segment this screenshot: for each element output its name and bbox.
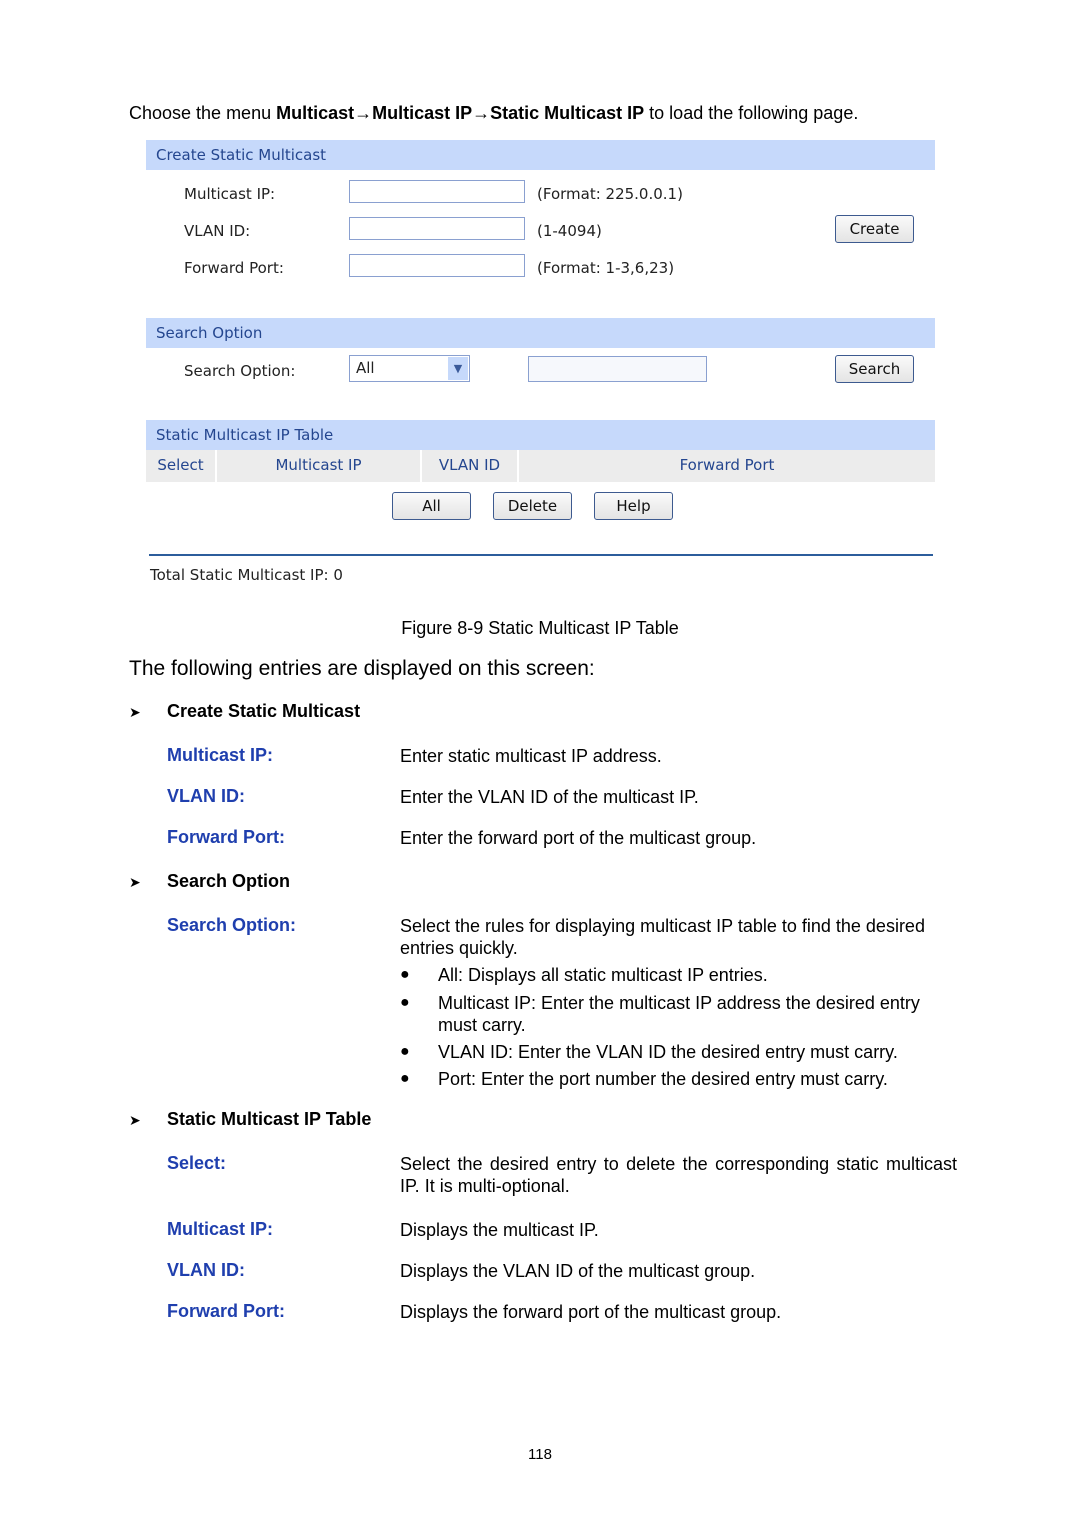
table-header: Select Multicast IP VLAN ID Forward Port <box>146 450 935 482</box>
description: Select the desired entry to delete the c… <box>400 1154 957 1196</box>
search-value-input[interactable] <box>528 356 707 382</box>
section-heading: ➤ Create Static Multicast <box>129 701 360 722</box>
column-select: Select <box>146 450 217 482</box>
search-section-header: Search Option <box>146 318 935 348</box>
description: Select the rules for displaying multicas… <box>400 916 925 958</box>
term: Select: <box>167 1153 227 1173</box>
forward-port-hint: (Format: 1-3,6,23) <box>537 259 675 277</box>
forward-port-label: Forward Port: <box>184 259 284 277</box>
forward-port-input[interactable] <box>349 254 525 277</box>
bullet-item: ● Multicast IP: Enter the multicast IP ad… <box>400 992 957 1036</box>
description: Enter the VLAN ID of the multicast IP. <box>400 787 699 807</box>
section-heading: ➤ Static Multicast IP Table <box>129 1109 371 1130</box>
divider <box>149 554 933 556</box>
multicast-ip-label: Multicast IP: <box>184 185 276 203</box>
chevron-down-icon[interactable]: ▼ <box>448 357 468 380</box>
term: VLAN ID: <box>167 786 245 806</box>
multicast-ip-hint: (Format: 225.0.0.1) <box>537 185 683 203</box>
search-option-label: Search Option: <box>184 362 296 380</box>
create-section-header: Create Static Multicast <box>146 140 935 170</box>
ui-screenshot: Create Static Multicast Multicast IP: (F… <box>146 140 935 600</box>
bullet-text: Port: Enter the port number the desired … <box>438 1069 888 1089</box>
create-button[interactable]: Create <box>835 215 914 243</box>
term: VLAN ID: <box>167 1260 245 1280</box>
arrow-bullet-icon: ➤ <box>129 704 141 720</box>
vlan-id-input[interactable] <box>349 217 525 240</box>
arrow-bullet-icon: ➤ <box>129 874 141 890</box>
bullet-item: ● Port: Enter the port number the desired… <box>400 1068 957 1090</box>
menu-path: Multicast→Multicast IP→Static Multicast … <box>276 103 645 123</box>
figure-caption: Figure 8-9 Static Multicast IP Table <box>401 618 679 638</box>
lead-text: The following entries are displayed on t… <box>129 657 595 680</box>
bullet-text: Multicast IP: Enter the multicast IP add… <box>438 993 920 1035</box>
bullet-item: ● All: Displays all static multicast IP e… <box>400 964 957 986</box>
delete-button[interactable]: Delete <box>493 492 572 520</box>
vlan-id-hint: (1-4094) <box>537 222 602 240</box>
description: Enter the forward port of the multicast … <box>400 828 757 848</box>
total-count: Total Static Multicast IP: 0 <box>150 566 343 584</box>
bullet-item: ● VLAN ID: Enter the VLAN ID the desired … <box>400 1041 957 1063</box>
page-number: 118 <box>528 1446 552 1463</box>
bullet-text: VLAN ID: Enter the VLAN ID the desired e… <box>438 1042 898 1062</box>
intro-suffix: to load the following page. <box>644 103 859 123</box>
column-vlan-id: VLAN ID <box>422 450 519 482</box>
search-button[interactable]: Search <box>835 355 914 383</box>
description: Displays the forward port of the multica… <box>400 1302 782 1322</box>
description: Displays the multicast IP. <box>400 1220 599 1240</box>
term: Forward Port: <box>167 827 286 847</box>
document-page: Choose the menu Multicast→Multicast IP→S… <box>0 0 1080 1527</box>
section-heading: ➤ Search Option <box>129 871 290 892</box>
arrow-bullet-icon: ➤ <box>129 1112 141 1128</box>
term: Search Option: <box>167 915 297 935</box>
bullet-icon: ● <box>400 1070 410 1087</box>
section-title: Static Multicast IP Table <box>167 1109 372 1129</box>
help-button[interactable]: Help <box>594 492 673 520</box>
bullet-icon: ● <box>400 994 410 1011</box>
section-title: Search Option <box>167 871 291 891</box>
term: Multicast IP: <box>167 1219 274 1239</box>
multicast-ip-input[interactable] <box>349 180 525 203</box>
intro-prefix: Choose the menu <box>129 103 277 123</box>
description: Displays the VLAN ID of the multicast gr… <box>400 1261 756 1281</box>
search-option-value: All <box>356 359 375 377</box>
table-section-header: Static Multicast IP Table <box>146 420 935 450</box>
all-button[interactable]: All <box>392 492 471 520</box>
bullet-icon: ● <box>400 1043 410 1060</box>
section-title: Create Static Multicast <box>167 701 361 721</box>
column-forward-port: Forward Port <box>679 456 775 474</box>
column-multicast-ip: Multicast IP <box>217 450 422 482</box>
bullet-text: All: Displays all static multicast IP en… <box>438 965 768 985</box>
term: Forward Port: <box>167 1301 286 1321</box>
description: Enter static multicast IP address. <box>400 746 662 766</box>
term: Multicast IP: <box>167 745 274 765</box>
bullet-icon: ● <box>400 966 410 983</box>
vlan-id-label: VLAN ID: <box>184 222 251 240</box>
intro-text: Choose the menu Multicast→Multicast IP→S… <box>129 103 858 124</box>
search-option-select[interactable]: All ▼ <box>349 355 470 382</box>
